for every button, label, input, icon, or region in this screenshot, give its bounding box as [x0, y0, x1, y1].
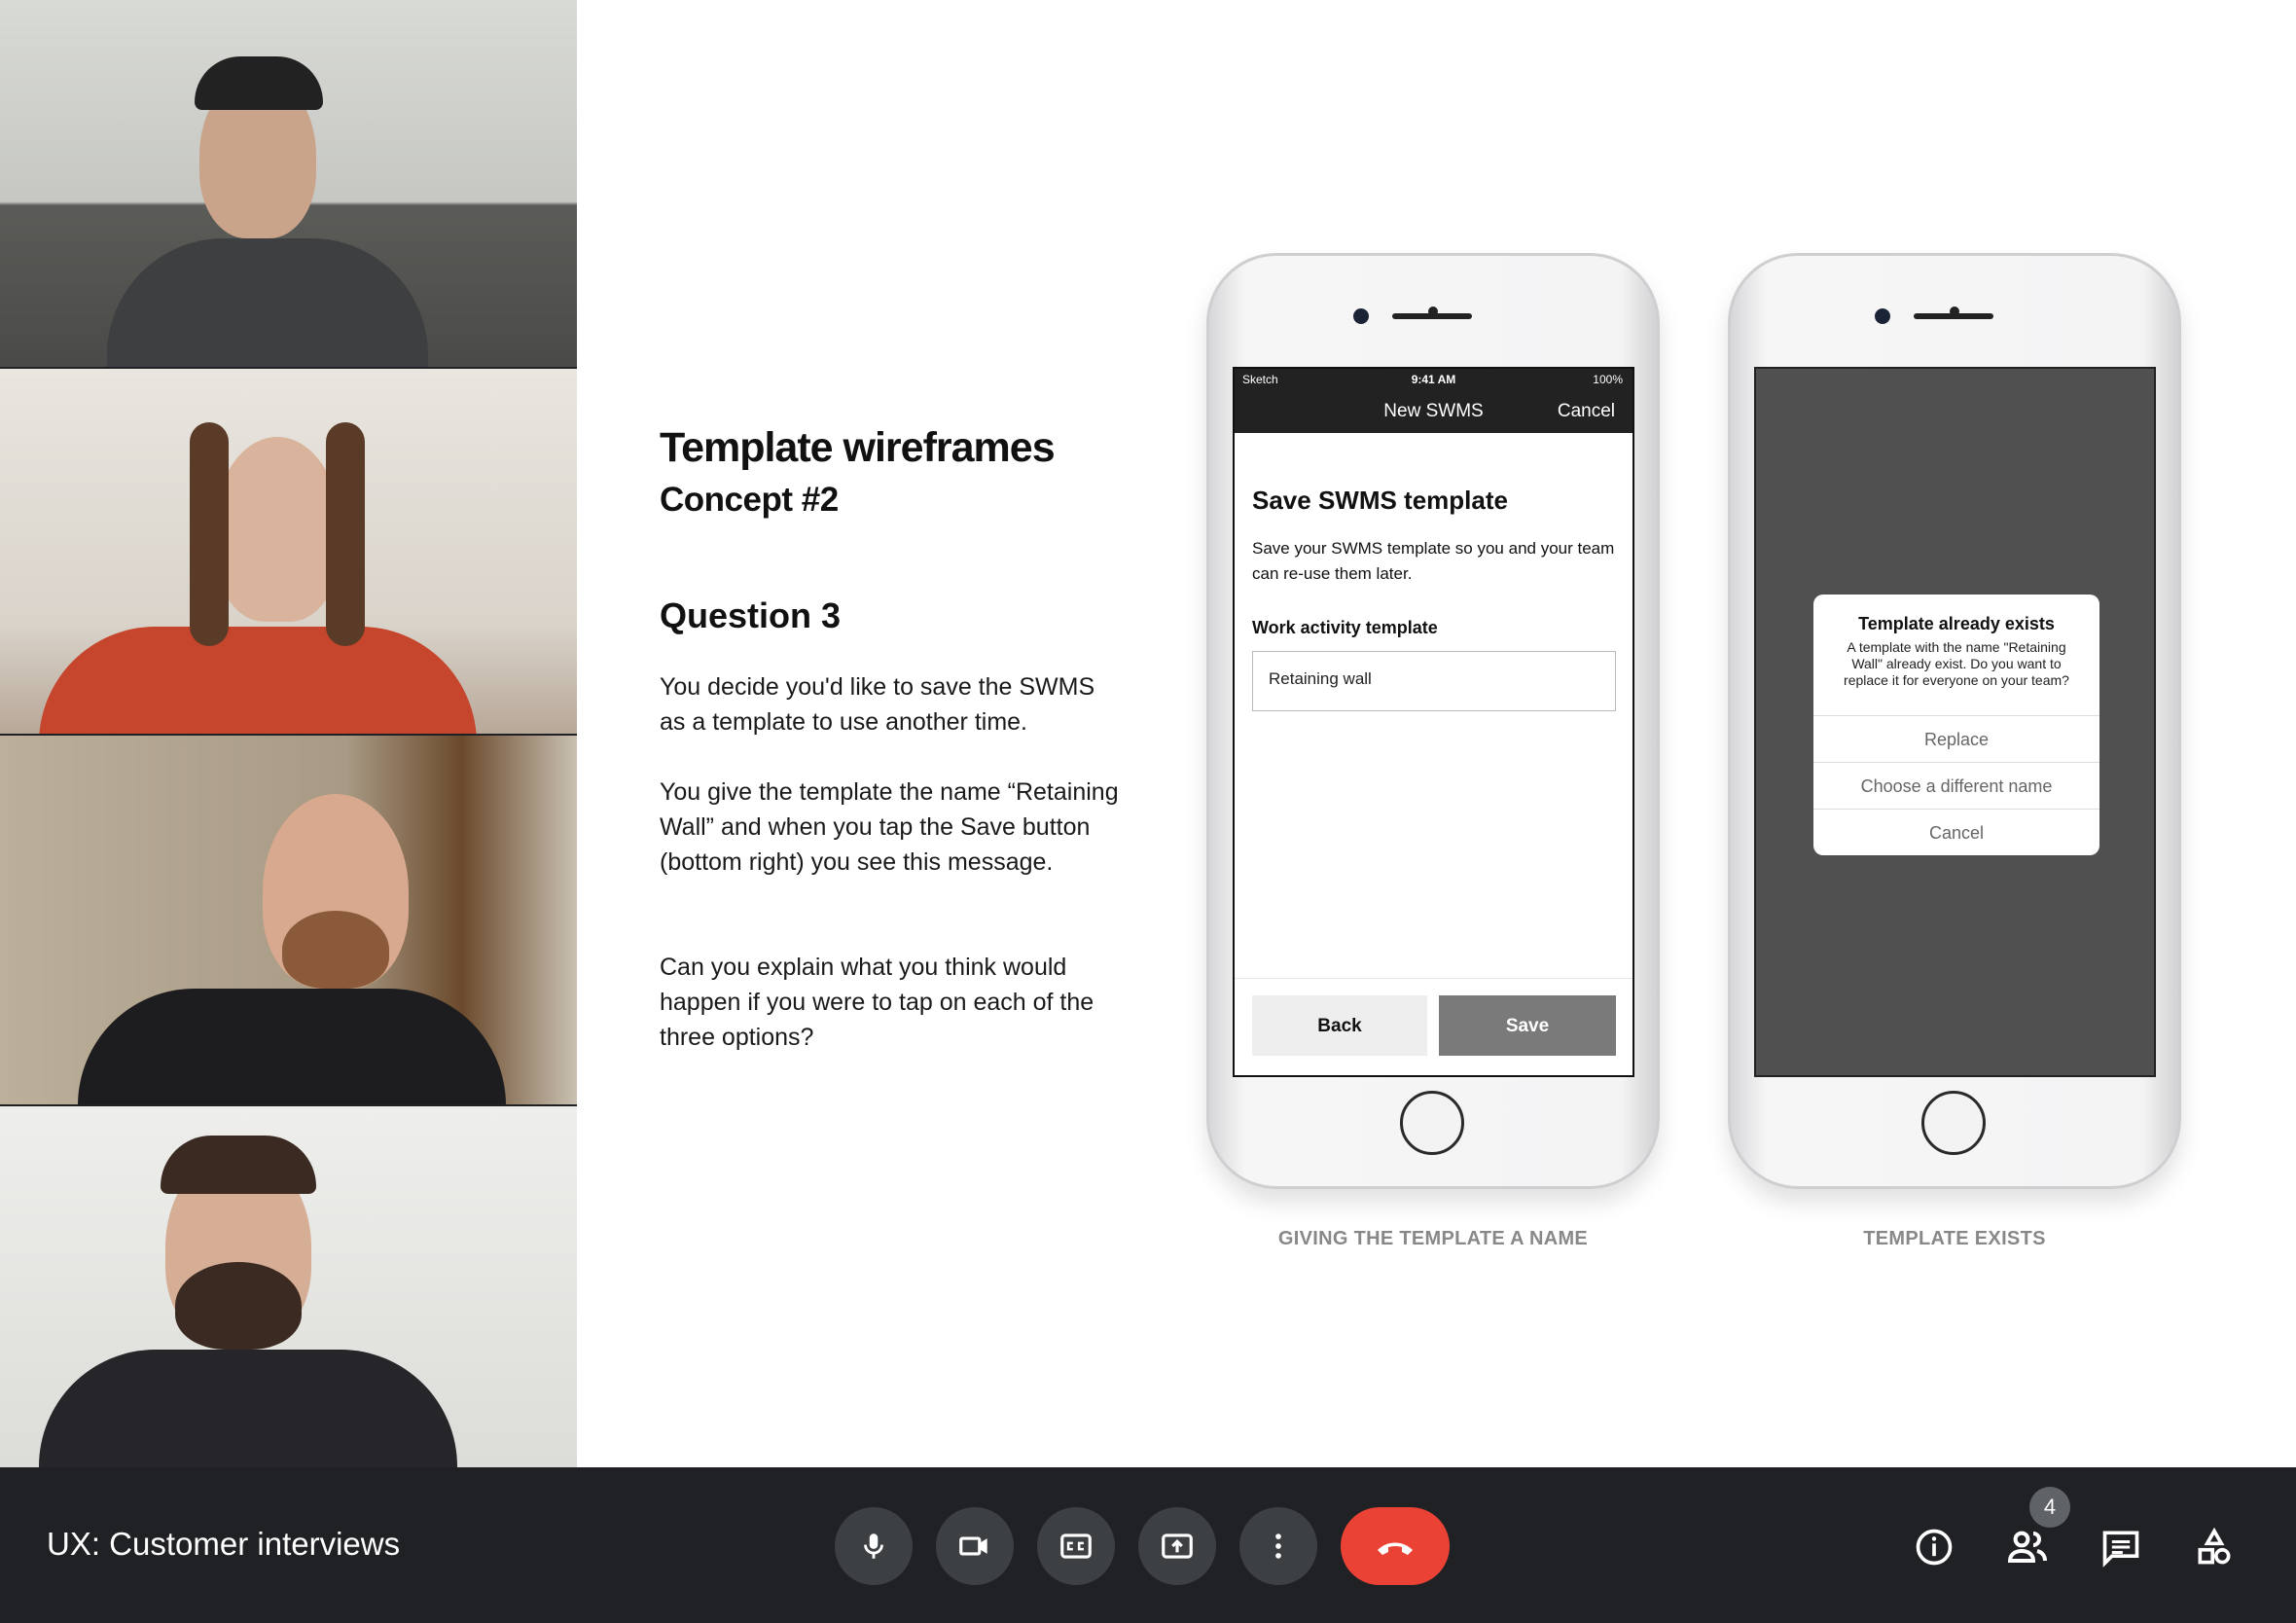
- work-activity-input[interactable]: Retaining wall: [1252, 651, 1616, 711]
- back-button[interactable]: Back: [1252, 995, 1427, 1056]
- participant-tiles: [0, 0, 577, 1467]
- participant-tile-4[interactable]: [0, 1106, 577, 1467]
- question-paragraph: You decide you'd like to save the SWMS a…: [660, 673, 1095, 736]
- footer-divider: [1235, 978, 1632, 979]
- save-template-description: Save your SWMS template so you and your …: [1252, 539, 1615, 583]
- phone-front-lens: [1875, 308, 1890, 324]
- microphone-button[interactable]: [835, 1507, 913, 1585]
- phone-caption: GIVING THE TEMPLATE A NAME: [1277, 1228, 1589, 1249]
- more-options-icon: [1275, 1533, 1281, 1559]
- meeting-control-bar: UX: Customer interviews 4: [0, 1467, 2296, 1623]
- slide-title: Template wireframes: [660, 424, 1056, 471]
- status-time: 9:41 AM: [1411, 373, 1456, 386]
- camera-icon: [959, 1536, 987, 1556]
- phone-screen: Sketch 9:41 AM 100% New SWMS Cancel Save…: [1233, 367, 1634, 1077]
- present-button[interactable]: [1138, 1507, 1216, 1585]
- question-paragraph: You give the template the name “Retainin…: [660, 778, 1119, 876]
- save-template-heading: Save SWMS template: [1252, 486, 1508, 515]
- phone-speaker: [1914, 313, 1993, 319]
- participant-tile-1[interactable]: [0, 0, 577, 367]
- participant-count-badge: 4: [2029, 1487, 2070, 1528]
- phone-front-lens: [1353, 308, 1369, 324]
- slide-subtitle: Concept #2: [660, 481, 839, 519]
- captions-button[interactable]: [1037, 1507, 1115, 1585]
- info-icon: [1916, 1529, 1953, 1566]
- work-activity-label: Work activity template: [1252, 618, 1438, 637]
- meeting-details-button[interactable]: [1907, 1520, 1961, 1574]
- participant-tile-3[interactable]: [0, 736, 577, 1104]
- battery-label: 100%: [1593, 373, 1623, 386]
- dialog-title: Template already exists: [1858, 614, 2055, 633]
- more-options-button[interactable]: [1239, 1507, 1317, 1585]
- chat-button[interactable]: [2094, 1520, 2148, 1574]
- dialog-option-different-name[interactable]: Choose a different name: [1813, 762, 2099, 810]
- chat-icon: [2102, 1531, 2139, 1568]
- activities-button[interactable]: [2187, 1520, 2242, 1574]
- home-button: [1400, 1091, 1464, 1155]
- phone-mockup-save-template: Sketch 9:41 AM 100% New SWMS Cancel Save…: [1206, 253, 1660, 1189]
- end-call-button[interactable]: [1341, 1507, 1450, 1585]
- participants-button[interactable]: [2000, 1520, 2055, 1574]
- mic-icon: [864, 1533, 883, 1559]
- meeting-title: UX: Customer interviews: [47, 1526, 401, 1562]
- participant-tile-2[interactable]: [0, 369, 577, 734]
- home-button: [1921, 1091, 1986, 1155]
- dialog-option-replace[interactable]: Replace: [1813, 715, 2099, 763]
- nav-bar: New SWMS Cancel: [1235, 390, 1632, 433]
- end-call-icon: [1378, 1542, 1413, 1555]
- phone-speaker: [1392, 313, 1472, 319]
- dialog-body: A template with the name "Retaining Wall…: [1844, 639, 2069, 688]
- template-exists-dialog: Template already exists A template with …: [1813, 595, 2099, 855]
- present-icon: [1162, 1533, 1193, 1559]
- phone-mockup-template-exists: Template already exists A template with …: [1728, 253, 2181, 1189]
- dialog-option-cancel[interactable]: Cancel: [1813, 809, 2099, 856]
- phone-screen: Template already exists A template with …: [1754, 367, 2156, 1077]
- nav-cancel-button[interactable]: Cancel: [1558, 401, 1615, 422]
- question-heading: Question 3: [660, 595, 842, 635]
- status-bar: Sketch 9:41 AM 100%: [1235, 369, 1632, 390]
- phone-caption: TEMPLATE EXISTS: [1863, 1228, 2046, 1249]
- people-icon: [2007, 1531, 2047, 1563]
- question-paragraph: Can you explain what you think would hap…: [660, 954, 1094, 1051]
- camera-button[interactable]: [936, 1507, 1014, 1585]
- activities-icon: [2198, 1527, 2231, 1565]
- save-button[interactable]: Save: [1439, 995, 1616, 1056]
- captions-icon: [1060, 1533, 1092, 1559]
